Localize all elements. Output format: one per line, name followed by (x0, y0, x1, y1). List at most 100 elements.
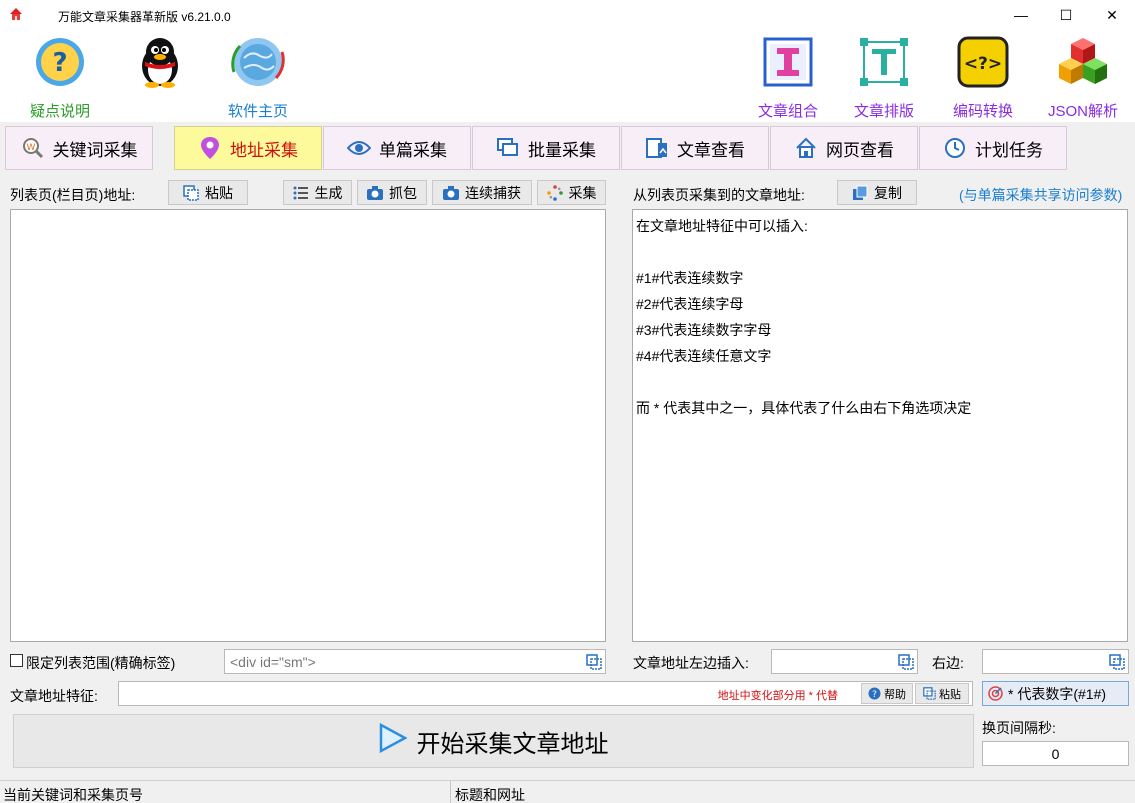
tab-scheduled-task[interactable]: 计划任务 (919, 126, 1067, 170)
button-label: 复制 (874, 184, 902, 201)
paste-list-urls-button[interactable]: 粘贴 (168, 180, 248, 205)
app-logo-icon (8, 6, 24, 22)
left-insert-input[interactable] (771, 649, 918, 674)
close-button[interactable]: ✕ (1089, 0, 1135, 30)
wildcard-mode-select[interactable]: * 代表数字(#1#) (982, 681, 1129, 706)
article-urls-textarea[interactable]: 在文章地址特征中可以插入: #1#代表连续数字 #2#代表连续字母 #3#代表连… (632, 209, 1128, 642)
continuous-capture-button[interactable]: 连续捕获 (432, 180, 532, 205)
tab-address-collect[interactable]: 地址采集 (174, 126, 322, 170)
button-label: 抓包 (389, 184, 417, 201)
home-icon (794, 136, 818, 160)
pattern-help-button[interactable]: ? 帮助 (861, 683, 913, 704)
play-icon (379, 722, 408, 760)
tab-label: 文章查看 (677, 140, 745, 160)
code-convert-icon: <?> (953, 32, 1013, 92)
shared-params-link[interactable]: (与单篇采集共享访问参数) (959, 185, 1122, 205)
pattern-paste-button[interactable]: 粘贴 (915, 683, 969, 704)
text-line: #3#代表连续数字字母 (636, 322, 772, 338)
tab-label: 计划任务 (975, 140, 1043, 160)
svg-text:?: ? (872, 690, 877, 700)
button-label: 连续捕获 (465, 184, 521, 201)
tab-label: 单篇采集 (379, 140, 447, 160)
window-title: 万能文章采集器革新版 v6.21.0.0 (58, 10, 231, 24)
right-insert-label: 右边: (932, 655, 964, 671)
right-insert-input[interactable] (982, 649, 1129, 674)
status-divider (450, 781, 451, 803)
camera-icon (367, 185, 383, 201)
limit-range-placeholder: <div id="sm"> (230, 653, 316, 670)
text-line (633, 239, 1127, 265)
tab-label: 关键词采集 (52, 140, 138, 160)
limit-range-input[interactable]: <div id="sm"> (224, 649, 606, 674)
tab-web-view[interactable]: 网页查看 (770, 126, 918, 170)
eye-icon (347, 136, 371, 160)
copy-button[interactable]: 复制 (837, 180, 917, 205)
text-line: #4#代表连续任意文字 (636, 348, 772, 364)
clock-icon (943, 136, 967, 160)
page-interval-input[interactable]: 0 (982, 741, 1129, 766)
text-line (633, 369, 1127, 395)
homepage-tool[interactable]: 软件主页 (228, 32, 288, 121)
picker-icon[interactable] (898, 654, 914, 670)
help-tool[interactable]: ? 疑点说明 (30, 32, 90, 121)
list-page-urls-textarea[interactable] (10, 209, 606, 642)
tab-article-view[interactable]: 文章查看 (621, 126, 769, 170)
limit-range-checkbox[interactable] (10, 654, 23, 667)
text-line: #1#代表连续数字 (636, 270, 744, 286)
code-convert-label: 编码转换 (953, 103, 1014, 120)
text-combine-icon (758, 32, 818, 92)
button-label: 粘贴 (939, 688, 961, 701)
help-icon: ? (30, 32, 90, 92)
json-parse-label: JSON解析 (1048, 103, 1119, 120)
article-url-pattern-input[interactable]: 地址中变化部分用 * 代替 ? 帮助 粘贴 (118, 681, 973, 706)
title-bar: 万能文章采集器革新版 v6.21.0.0 — ☐ ✕ (0, 0, 1135, 30)
paste-icon (183, 184, 199, 201)
qq-penguin-icon (130, 32, 190, 92)
start-collect-urls-button[interactable]: 开始采集文章地址 (13, 714, 974, 768)
text-combine-label: 文章组合 (758, 103, 819, 120)
picker-icon[interactable] (586, 654, 602, 670)
collect-button[interactable]: 采集 (537, 180, 606, 205)
svg-text:<?>: <?> (964, 54, 1002, 74)
toolbar: ? 疑点说明 软件主页 文章组合 文章排版 <?> 编码转换 JSON解析 (0, 30, 1135, 122)
capture-packet-button[interactable]: 抓包 (357, 180, 427, 205)
left-insert-label: 文章地址左边插入: (633, 655, 749, 671)
text-line: 而 * 代表其中之一，具体代表了什么由右下角选项决定 (636, 400, 972, 416)
tab-keyword-collect[interactable]: W 关键词采集 (5, 126, 153, 170)
list-icon (293, 185, 309, 201)
keyword-search-icon: W (21, 136, 45, 160)
wildcard-mode-value: * 代表数字(#1#) (1008, 685, 1107, 702)
maximize-button[interactable]: ☐ (1043, 0, 1089, 30)
json-parse-tool[interactable]: JSON解析 (1048, 32, 1118, 121)
picker-icon[interactable] (1109, 654, 1125, 670)
page-interval-value: 0 (1051, 745, 1060, 762)
homepage-tool-label: 软件主页 (228, 103, 289, 120)
status-current-keyword: 当前关键词和采集页号 (3, 787, 143, 803)
help-tool-label: 疑点说明 (30, 103, 91, 120)
tab-strip: W 关键词采集 地址采集 单篇采集 批量采集 文章查看 网页查看 计划任务 (0, 124, 1135, 170)
limit-range-label: 限定列表范围(精确标签) (26, 655, 176, 671)
tab-batch-collect[interactable]: 批量采集 (472, 126, 620, 170)
tab-label: 网页查看 (826, 140, 894, 160)
batch-windows-icon (496, 136, 520, 160)
start-button-label: 开始采集文章地址 (416, 730, 609, 758)
qq-tool[interactable] (130, 32, 190, 100)
code-convert-tool[interactable]: <?> 编码转换 (953, 32, 1013, 121)
tab-single-collect[interactable]: 单篇采集 (323, 126, 471, 170)
camera-icon (443, 185, 459, 201)
help-icon: ? (868, 687, 881, 700)
json-cubes-icon (1053, 32, 1113, 92)
generate-button[interactable]: 生成 (283, 180, 352, 205)
pattern-hint: 地址中变化部分用 * 代替 (717, 690, 838, 702)
text-layout-tool[interactable]: 文章排版 (854, 32, 914, 121)
globe-icon (228, 32, 288, 92)
text-line: #2#代表连续字母 (636, 296, 744, 312)
button-label: 粘贴 (205, 184, 233, 201)
text-combine-tool[interactable]: 文章组合 (758, 32, 818, 121)
article-url-pattern-label: 文章地址特征: (10, 688, 98, 704)
target-icon (988, 686, 1003, 701)
tab-label: 地址采集 (230, 140, 298, 160)
page-interval-label: 换页间隔秒: (982, 720, 1056, 736)
button-label: 帮助 (884, 688, 906, 701)
minimize-button[interactable]: — (998, 0, 1044, 30)
